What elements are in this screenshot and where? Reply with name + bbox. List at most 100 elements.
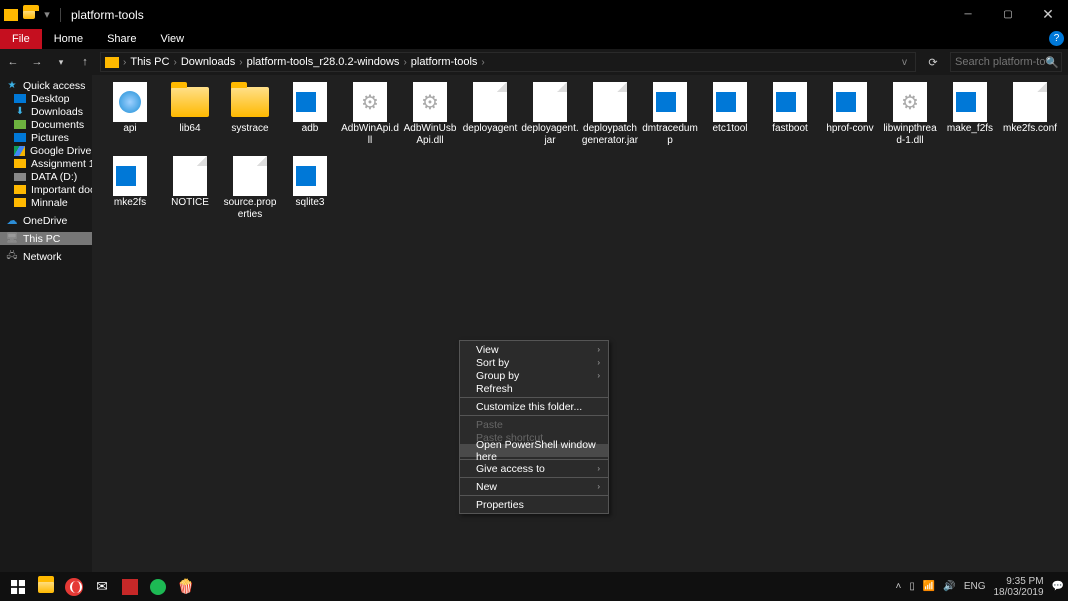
file-item[interactable]: deployagent.jar — [520, 81, 580, 155]
tray-battery-icon[interactable]: ▯ — [909, 581, 915, 592]
file-icon — [770, 81, 810, 123]
sidebar-data-d[interactable]: DATA (D:) — [0, 170, 92, 183]
file-item[interactable]: systrace — [220, 81, 280, 155]
file-label: NOTICE — [170, 197, 210, 209]
tab-home[interactable]: Home — [42, 29, 95, 49]
chevron-right-icon[interactable]: › — [173, 57, 176, 68]
taskbar-app-red[interactable] — [116, 575, 144, 599]
file-item[interactable]: ⚙libwinpthread-1.dll — [880, 81, 940, 155]
file-item[interactable]: NOTICE — [160, 155, 220, 229]
qat-folder-icon[interactable] — [22, 8, 36, 22]
file-item[interactable]: ⚙AdbWinUsbApi.dll — [400, 81, 460, 155]
address-dropdown-icon[interactable]: v — [902, 57, 907, 68]
file-item[interactable]: mke2fs.conf — [1000, 81, 1060, 155]
search-icon[interactable]: 🔍 — [1045, 56, 1059, 69]
refresh-button[interactable]: ⟳ — [924, 56, 942, 69]
file-item[interactable]: hprof-conv — [820, 81, 880, 155]
sidebar-downloads[interactable]: ⬇Downloads — [0, 105, 92, 118]
ctx-refresh[interactable]: Refresh — [460, 382, 608, 395]
tab-file[interactable]: File — [0, 29, 42, 49]
breadcrumb[interactable]: › This PC › Downloads › platform-tools_r… — [100, 52, 916, 72]
file-item[interactable]: lib64 — [160, 81, 220, 155]
ctx-new[interactable]: New› — [460, 480, 608, 493]
desktop-icon — [14, 94, 26, 103]
crumb-current[interactable]: platform-tools — [411, 56, 478, 68]
crumb-downloads[interactable]: Downloads — [181, 56, 235, 68]
ctx-customize[interactable]: Customize this folder... — [460, 400, 608, 413]
file-item[interactable]: api — [100, 81, 160, 155]
drive-icon — [14, 173, 26, 181]
forward-button[interactable]: → — [30, 56, 44, 68]
taskbar-spotify[interactable] — [144, 575, 172, 599]
tray-volume-icon[interactable]: 🔊 — [943, 581, 955, 592]
file-item[interactable]: mke2fs — [100, 155, 160, 229]
tab-view[interactable]: View — [148, 29, 196, 49]
file-item[interactable]: fastboot — [760, 81, 820, 155]
back-button[interactable]: ← — [6, 56, 20, 68]
ctx-group-by[interactable]: Group by› — [460, 369, 608, 382]
sidebar-pictures[interactable]: Pictures — [0, 131, 92, 144]
up-button[interactable]: ↑ — [78, 56, 92, 68]
file-item[interactable]: make_f2fs — [940, 81, 1000, 155]
sidebar-assignment1[interactable]: Assignment 1 — [0, 157, 92, 170]
tray-wifi-icon[interactable]: 📶 — [923, 581, 935, 592]
taskbar-mail[interactable]: ✉ — [88, 575, 116, 599]
file-item[interactable]: source.properties — [220, 155, 280, 229]
ctx-label: New — [476, 481, 497, 493]
ctx-label: Properties — [476, 499, 524, 511]
sidebar-important-docs[interactable]: Important documen — [0, 183, 92, 196]
file-icon — [230, 81, 270, 123]
search-input[interactable] — [955, 56, 1045, 68]
chevron-right-icon[interactable]: › — [403, 57, 406, 68]
ctx-sort-by[interactable]: Sort by› — [460, 356, 608, 369]
search-box[interactable]: 🔍 — [950, 52, 1062, 72]
sidebar-desktop[interactable]: Desktop — [0, 92, 92, 105]
tray-language[interactable]: ENG — [964, 581, 986, 592]
taskbar-popcorn[interactable]: 🍿 — [172, 575, 200, 599]
file-item[interactable]: dmtracedump — [640, 81, 700, 155]
file-item[interactable]: etc1tool — [700, 81, 760, 155]
ctx-open-powershell[interactable]: Open PowerShell window here — [460, 444, 608, 457]
file-item[interactable]: ⚙AdbWinApi.dll — [340, 81, 400, 155]
file-item[interactable]: sqlite3 — [280, 155, 340, 229]
file-item[interactable]: adb — [280, 81, 340, 155]
tab-share[interactable]: Share — [95, 29, 148, 49]
file-item[interactable]: deploypatchgenerator.jar — [580, 81, 640, 155]
crumb-this-pc[interactable]: This PC — [130, 56, 169, 68]
file-icon — [1010, 81, 1050, 123]
start-button[interactable] — [4, 575, 32, 599]
help-button[interactable]: ? — [1049, 31, 1064, 46]
tray-expand-icon[interactable]: ˄ — [896, 581, 902, 592]
sidebar-documents[interactable]: Documents — [0, 118, 92, 131]
chevron-right-icon: › — [597, 358, 600, 367]
crumb-parent[interactable]: platform-tools_r28.0.2-windows — [247, 56, 400, 68]
close-button[interactable]: ✕ — [1028, 0, 1068, 29]
tray-notifications-icon[interactable]: 💬 — [1052, 581, 1064, 592]
chevron-right-icon[interactable]: › — [123, 57, 126, 68]
file-icon — [650, 81, 690, 123]
qat-dropdown-icon[interactable]: ▾ — [40, 8, 54, 22]
minimize-button[interactable]: ─ — [948, 0, 988, 29]
tray-clock[interactable]: 9:35 PM 18/03/2019 — [993, 576, 1043, 598]
sidebar-minnale[interactable]: Minnale — [0, 196, 92, 209]
sidebar-google-drive[interactable]: Google Drive — [0, 144, 92, 157]
sidebar-network[interactable]: 🖧Network — [0, 250, 92, 263]
ctx-view[interactable]: View› — [460, 343, 608, 356]
recent-dropdown[interactable]: ▾ — [54, 57, 68, 68]
sidebar-quick-access[interactable]: ★Quick access — [0, 79, 92, 92]
file-item[interactable]: deployagent — [460, 81, 520, 155]
taskbar-opera[interactable] — [60, 575, 88, 599]
chevron-right-icon[interactable]: › — [481, 57, 484, 68]
ctx-properties[interactable]: Properties — [460, 498, 608, 511]
file-label: mke2fs — [113, 197, 147, 209]
sidebar-onedrive[interactable]: ☁OneDrive — [0, 214, 92, 227]
sidebar-label: Downloads — [31, 106, 83, 118]
maximize-button[interactable]: ▢ — [988, 0, 1028, 29]
ctx-label: Give access to — [476, 463, 545, 475]
sidebar-label: Minnale — [31, 197, 68, 209]
chevron-right-icon[interactable]: › — [239, 57, 242, 68]
sidebar-this-pc[interactable]: 🖥This PC — [0, 232, 92, 245]
taskbar-explorer[interactable] — [32, 575, 60, 599]
file-label: make_f2fs — [946, 123, 994, 135]
ctx-give-access[interactable]: Give access to› — [460, 462, 608, 475]
